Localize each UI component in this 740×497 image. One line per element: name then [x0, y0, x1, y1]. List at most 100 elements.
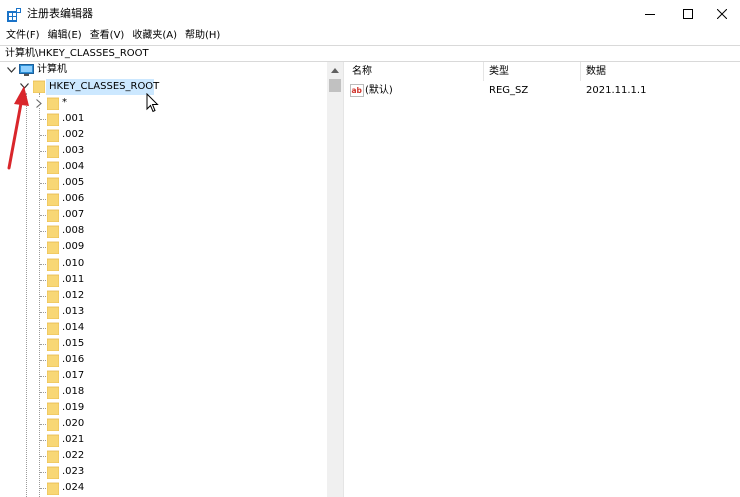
tree-item[interactable]: .018: [62, 384, 84, 400]
folder-icon: [47, 258, 59, 271]
tree-item-hkey-classes-root[interactable]: HKEY_CLASSES_ROOT: [49, 79, 159, 95]
folder-icon: [47, 97, 59, 110]
tree-item[interactable]: .012: [62, 288, 84, 304]
tree-item-computer[interactable]: 计算机: [37, 62, 67, 78]
tree-guide-line: [40, 328, 46, 329]
tree-label: .015: [62, 338, 85, 349]
tree-item[interactable]: .003: [62, 143, 84, 159]
folder-icon: [47, 193, 59, 206]
folder-icon: [47, 466, 59, 479]
tree-label: .002: [62, 129, 85, 140]
maximize-icon: [683, 9, 693, 19]
window-title: 注册表编辑器: [27, 7, 93, 20]
folder-icon: [47, 434, 59, 447]
folder-icon: [47, 402, 59, 415]
computer-icon: [19, 64, 34, 76]
tree-item[interactable]: .007: [62, 207, 84, 223]
tree-label: .022: [62, 450, 85, 461]
tree-item[interactable]: .024: [62, 480, 84, 496]
tree-item[interactable]: .021: [62, 432, 84, 448]
column-header-data[interactable]: 数据: [581, 62, 740, 81]
tree-guide-line: [40, 296, 46, 297]
menu-file[interactable]: 文件(F): [0, 28, 44, 44]
svg-text:ab: ab: [352, 86, 363, 95]
scroll-up-button[interactable]: [327, 62, 343, 78]
tree-label: .024: [62, 482, 85, 493]
folder-icon: [47, 306, 59, 319]
folder-icon: [47, 241, 59, 254]
tree-scrollbar[interactable]: [327, 62, 343, 497]
tree-item[interactable]: .013: [62, 304, 84, 320]
column-header-name[interactable]: 名称: [347, 62, 484, 81]
tree-guide-line: [40, 312, 46, 313]
tree-item[interactable]: .016: [62, 352, 84, 368]
tree-guide-line: [40, 247, 46, 248]
tree-item[interactable]: .002: [62, 127, 84, 143]
tree-label: .004: [62, 161, 85, 172]
tree-item[interactable]: .014: [62, 320, 84, 336]
tree-item[interactable]: .008: [62, 223, 84, 239]
tree-item[interactable]: *: [62, 95, 67, 111]
tree-item[interactable]: .011: [62, 272, 84, 288]
tree-label: .006: [62, 193, 85, 204]
tree-label: .013: [62, 306, 85, 317]
tree-label-computer: 计算机: [37, 64, 67, 75]
menu-bar: 文件(F) 编辑(E) 查看(V) 收藏夹(A) 帮助(H): [0, 28, 740, 44]
scroll-thumb[interactable]: [329, 79, 341, 92]
folder-icon: [47, 450, 59, 463]
close-button[interactable]: [704, 0, 740, 28]
tree-item[interactable]: .001: [62, 111, 84, 127]
tree-label: .001: [62, 113, 85, 124]
tree-label: .016: [62, 354, 85, 365]
folder-icon: [47, 290, 59, 303]
minimize-icon: [645, 14, 655, 15]
maximize-button[interactable]: [670, 0, 706, 28]
scroll-up-arrow-icon: [331, 67, 339, 73]
tree-guide-line: [40, 392, 46, 393]
tree-item[interactable]: .005: [62, 175, 84, 191]
tree-item[interactable]: .015: [62, 336, 84, 352]
tree-item[interactable]: .004: [62, 159, 84, 175]
value-name: (默认): [365, 85, 393, 96]
folder-icon: [47, 129, 59, 142]
tree-guide-line: [40, 456, 46, 457]
tree-label: .020: [62, 418, 85, 429]
menu-edit[interactable]: 编辑(E): [44, 28, 86, 44]
tree-pane: 计算机 HKEY_CLASSES_ROOT * .001 .002 .003 .004.…: [0, 62, 343, 497]
tree-item[interactable]: .019: [62, 400, 84, 416]
tree-item[interactable]: .022: [62, 448, 84, 464]
tree-label: .005: [62, 177, 85, 188]
menu-help[interactable]: 帮助(H): [181, 28, 224, 44]
tree-item[interactable]: .006: [62, 191, 84, 207]
folder-icon: [47, 482, 59, 495]
annotation-arrow-icon: [7, 86, 29, 170]
tree-item[interactable]: .010: [62, 256, 84, 272]
folder-icon: [47, 274, 59, 287]
tree-item[interactable]: .009: [62, 239, 84, 255]
tree-label: .019: [62, 402, 85, 413]
column-header-type[interactable]: 类型: [484, 62, 581, 81]
menu-favorites[interactable]: 收藏夹(A): [128, 28, 181, 44]
chevron-right-icon: [36, 98, 42, 108]
address-bar[interactable]: 计算机\HKEY_CLASSES_ROOT: [0, 45, 740, 62]
minimize-button[interactable]: [632, 0, 668, 28]
address-path[interactable]: 计算机\HKEY_CLASSES_ROOT: [5, 47, 149, 61]
tree-label: .017: [62, 370, 85, 381]
folder-icon: [47, 161, 59, 174]
tree-label: .009: [62, 241, 85, 252]
tree-guide-line: [40, 183, 46, 184]
folder-icon: [47, 145, 59, 158]
tree-label: .010: [62, 258, 85, 269]
list-item[interactable]: ab (默认) REG_SZ 2021.11.1.1: [347, 82, 740, 99]
expand-toggle-computer[interactable]: [6, 65, 16, 75]
chevron-down-icon: [6, 67, 16, 73]
tree-guide-line: [40, 167, 46, 168]
menu-view[interactable]: 查看(V): [86, 28, 129, 44]
tree-label: .023: [62, 466, 85, 477]
tree-item[interactable]: .020: [62, 416, 84, 432]
tree-guide-line: [40, 215, 46, 216]
tree-label: .014: [62, 322, 85, 333]
folder-icon: [47, 113, 59, 126]
tree-item[interactable]: .023: [62, 464, 84, 480]
tree-item[interactable]: .017: [62, 368, 84, 384]
